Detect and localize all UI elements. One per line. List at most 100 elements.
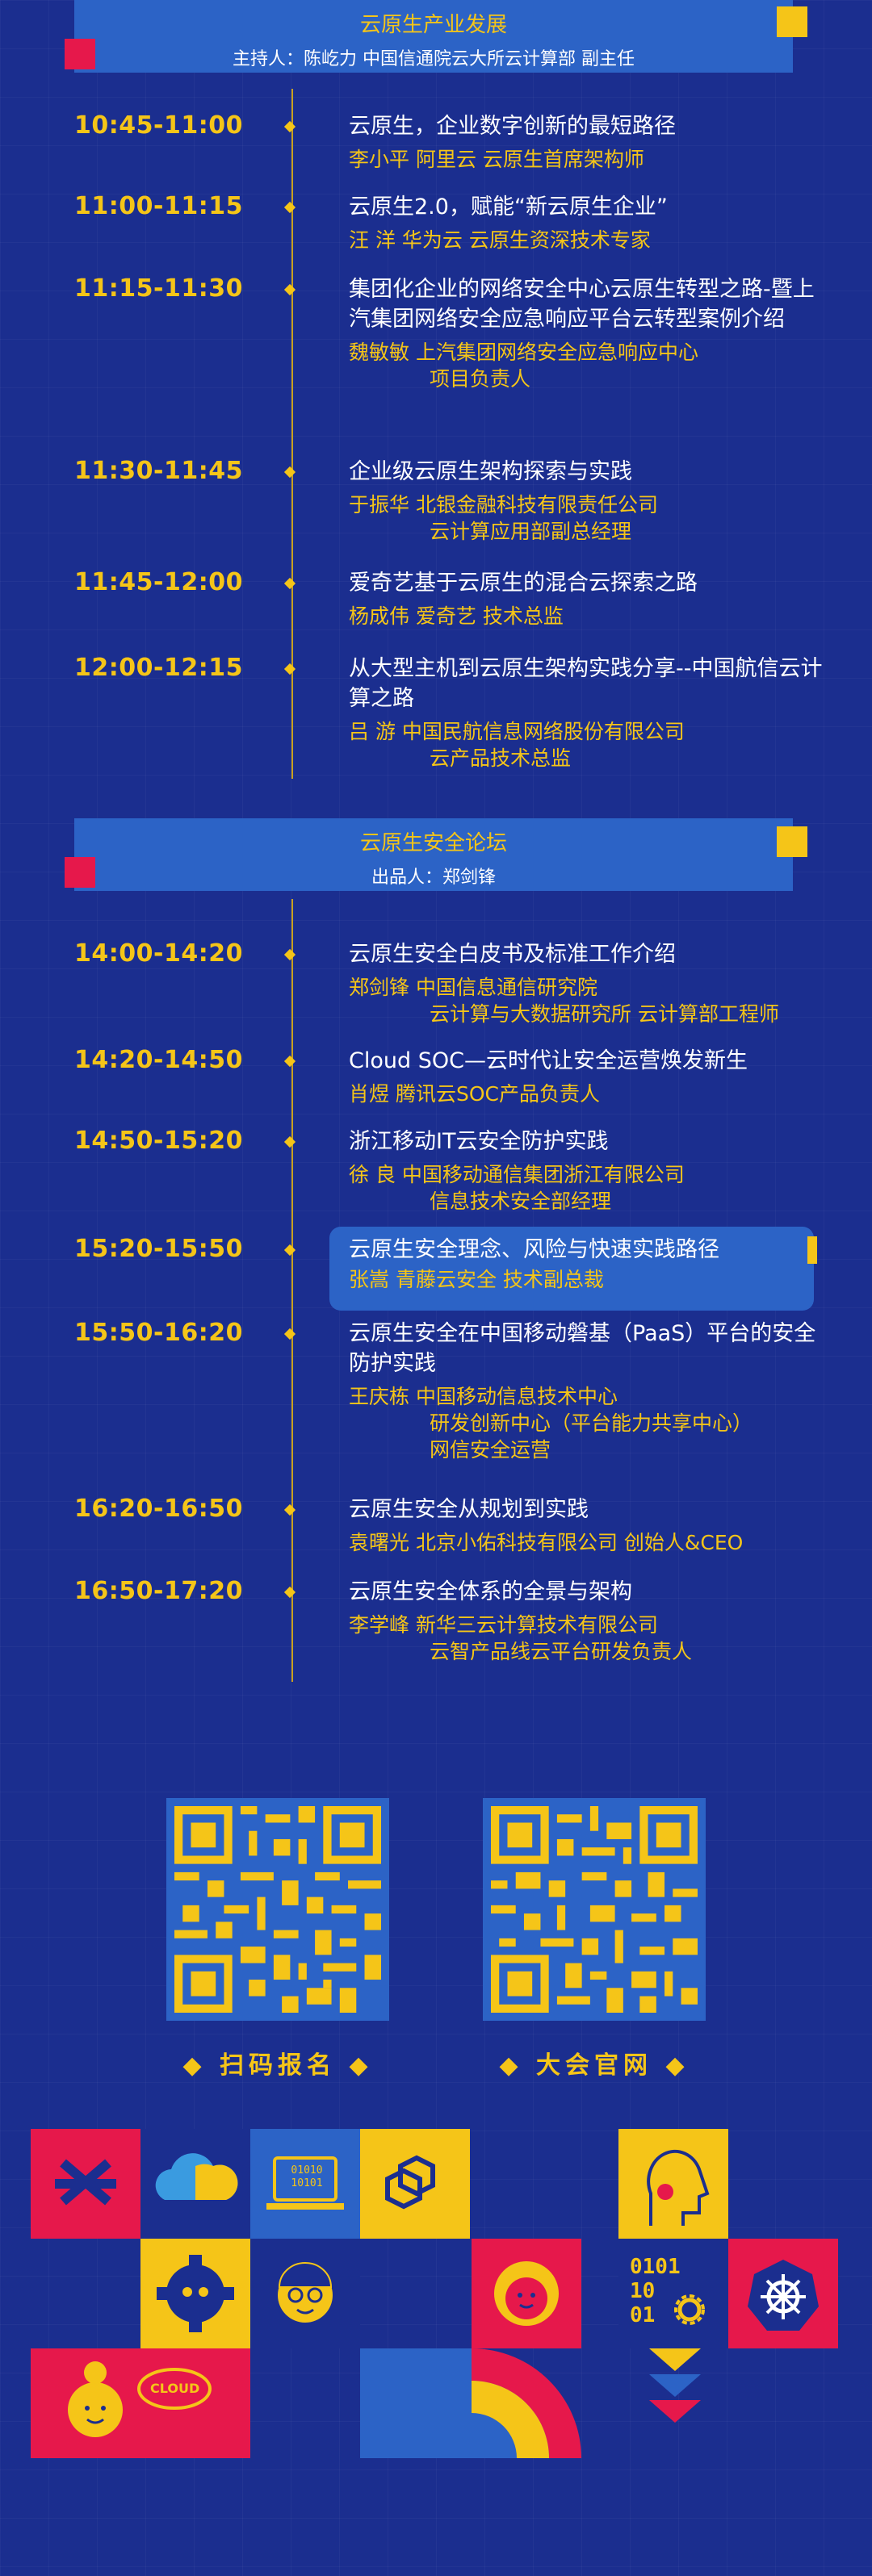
agenda-title: 云原生安全理念、风险与快速实践路径 — [349, 1237, 719, 1262]
agenda-time: 10:45-11:00 — [74, 111, 243, 140]
agenda-time: 11:30-11:45 — [74, 457, 243, 485]
qr-code-registration[interactable] — [166, 1798, 389, 2021]
agenda-time: 12:00-12:15 — [74, 654, 243, 682]
agenda-time: 16:20-16:50 — [74, 1495, 243, 1523]
agenda-speaker-role: 云计算与大数据研究所 云计算部工程师 — [430, 1002, 779, 1026]
timeline-dot — [283, 663, 296, 675]
session-security: 云原生安全论坛 出品人：郑剑锋 14:00-14:20 云原生安全白皮书及标准工… — [0, 818, 872, 1682]
helm-wheel-icon — [748, 2260, 819, 2331]
session-host: 主持人：陈屹力 中国信通院云大所云计算部 副主任 — [233, 49, 635, 69]
timeline-dot — [283, 201, 296, 214]
agenda-speaker: 袁曙光 北京小佑科技有限公司 创始人&CEO — [349, 1531, 744, 1554]
laptop-tile: 01010 10101 — [250, 2129, 360, 2239]
agenda-title: 集团化企业的网络安全中心云原生转型之路-暨上汽集团网络安全应急响应平台云转型案例… — [349, 277, 815, 332]
qr-code-website[interactable] — [483, 1798, 706, 2021]
agenda-speaker-role: 云智产品线云平台研发负责人 — [430, 1640, 693, 1663]
arch-tile — [360, 2348, 581, 2458]
agenda-time: 11:00-11:15 — [74, 192, 243, 220]
timeline-line — [291, 899, 293, 1682]
agenda-speaker-role: 云产品技术总监 — [430, 746, 572, 770]
qr-label-text: 扫码报名 — [220, 2051, 336, 2080]
binary-gear-tile: 0101 10 01 — [618, 2239, 728, 2348]
timeline-dot — [283, 1586, 296, 1599]
girl-with-bubble-icon — [68, 2361, 212, 2437]
session-host: 出品人：郑剑锋 — [371, 868, 496, 888]
agenda-title: 从大型主机到云原生架构实践分享--中国航信云计算之路 — [349, 656, 823, 711]
agenda-title: 企业级云原生架构探索与实践 — [349, 459, 632, 484]
timeline-dot — [283, 1503, 296, 1516]
cloud-icon — [155, 2153, 238, 2200]
agenda-speaker-role: 网信安全运营 — [430, 1438, 551, 1462]
agenda-speaker: 李小平 阿里云 云原生首席架构师 — [349, 148, 644, 171]
agenda-title: 爱奇艺基于云原生的混合云探索之路 — [349, 571, 698, 596]
agenda-speaker-role: 研发创新中心（平台能力共享中心） — [430, 1411, 753, 1435]
timeline-line — [291, 89, 293, 779]
qr-label-registration: ◆ 扫码报名 ◆ — [166, 2045, 389, 2080]
agenda-time: 11:45-12:00 — [74, 568, 243, 596]
arch-decoration — [360, 2348, 581, 2458]
agenda-speaker: 徐 良 中国移动通信集团浙江有限公司 — [349, 1163, 685, 1186]
agenda-speaker-role: 项目负责人 — [430, 367, 531, 391]
gear-icon — [674, 2294, 705, 2325]
agenda-speaker-role: 信息技术安全部经理 — [430, 1190, 612, 1213]
agenda-title: 浙江移动IT云安全防护实践 — [349, 1129, 609, 1154]
cloud-bubble-text: CLOUD — [150, 2381, 200, 2396]
agenda-speaker: 于振华 北银金融科技有限责任公司 — [349, 493, 658, 516]
session-industry: 云原生产业发展 主持人：陈屹力 中国信通院云大所云计算部 副主任 10:45-1… — [0, 0, 872, 791]
diamond-icon: ◆ — [665, 2051, 690, 2080]
decor-square-yellow — [777, 826, 807, 857]
cloud-girl-tile: CLOUD — [31, 2348, 250, 2458]
agenda-time: 14:20-14:50 — [74, 1046, 243, 1074]
developer-face-icon — [278, 2262, 333, 2323]
agenda-speaker: 王庆栋 中国移动信息技术中心 — [349, 1385, 618, 1408]
agenda-time: 15:50-16:20 — [74, 1319, 243, 1347]
decor-square-yellow — [777, 6, 807, 37]
timeline-dot — [283, 948, 296, 961]
qr-label-text: 大会官网 — [536, 2051, 652, 2080]
cube-tile — [360, 2129, 470, 2239]
timeline-dot — [283, 283, 296, 296]
timeline-dot — [283, 1328, 296, 1340]
triangles-tile — [643, 2348, 707, 2458]
agenda-speaker-role: 云计算应用部副总经理 — [430, 520, 632, 543]
cloud-tile — [140, 2129, 250, 2239]
hexagon-icon — [385, 2155, 435, 2210]
agenda-speaker: 张嵩 青藤云安全 技术副总裁 — [349, 1268, 604, 1291]
agenda-title: 云原生安全白皮书及标准工作介绍 — [349, 942, 676, 967]
decor-square-red — [65, 39, 95, 69]
timeline-dot — [283, 1244, 296, 1257]
session-title: 云原生产业发展 — [359, 13, 507, 37]
gear-icon — [157, 2255, 234, 2332]
agenda-speaker: 杨成伟 爱奇艺 技术总监 — [349, 604, 564, 628]
diamond-icon: ◆ — [349, 2051, 373, 2080]
agenda-speaker: 汪 洋 华为云 云原生资深技术专家 — [349, 228, 651, 252]
agenda-title: 云原生安全在中国移动磐基（PaaS）平台的安全防护实践 — [349, 1321, 816, 1376]
agenda-time: 14:00-14:20 — [74, 939, 243, 968]
agenda-speaker: 李学峰 新华三云计算技术有限公司 — [349, 1613, 658, 1637]
agenda-speaker: 魏敏敏 上汽集团网络安全应急响应中心 — [349, 341, 698, 364]
diamond-icon: ◆ — [182, 2051, 207, 2080]
timeline-dot — [283, 1135, 296, 1148]
agenda-title: 云原生，企业数字创新的最短路径 — [349, 114, 676, 139]
timeline-dot — [283, 120, 296, 133]
decor-square-red — [65, 857, 95, 888]
session-banner: 云原生产业发展 主持人：陈屹力 中国信通院云大所云计算部 副主任 — [74, 0, 793, 73]
session-title: 云原生安全论坛 — [359, 831, 507, 855]
timeline-dot — [283, 466, 296, 479]
agenda-time: 15:20-15:50 — [74, 1235, 243, 1263]
agenda-title: Cloud SOC—云时代让安全运营焕发新生 — [349, 1048, 748, 1073]
diamond-icon: ◆ — [499, 2051, 523, 2080]
qr-pattern — [491, 1806, 698, 2013]
face-tile — [618, 2129, 728, 2239]
timeline-dot — [283, 1055, 296, 1068]
agenda-speaker: 吕 游 中国民航信息网络股份有限公司 — [349, 720, 685, 743]
agenda-title: 云原生安全体系的全景与架构 — [349, 1579, 632, 1604]
network-icon — [55, 2159, 116, 2206]
down-arrow-icon — [649, 2348, 701, 2423]
glasses-face-tile — [250, 2239, 360, 2348]
gear-tile — [140, 2239, 250, 2348]
timeline-dot — [283, 577, 296, 590]
agenda-title: 云原生安全从规划到实践 — [349, 1497, 589, 1522]
agenda-speaker: 郑剑锋 中国信息通信研究院 — [349, 976, 597, 999]
agenda-time: 14:50-15:20 — [74, 1127, 243, 1155]
